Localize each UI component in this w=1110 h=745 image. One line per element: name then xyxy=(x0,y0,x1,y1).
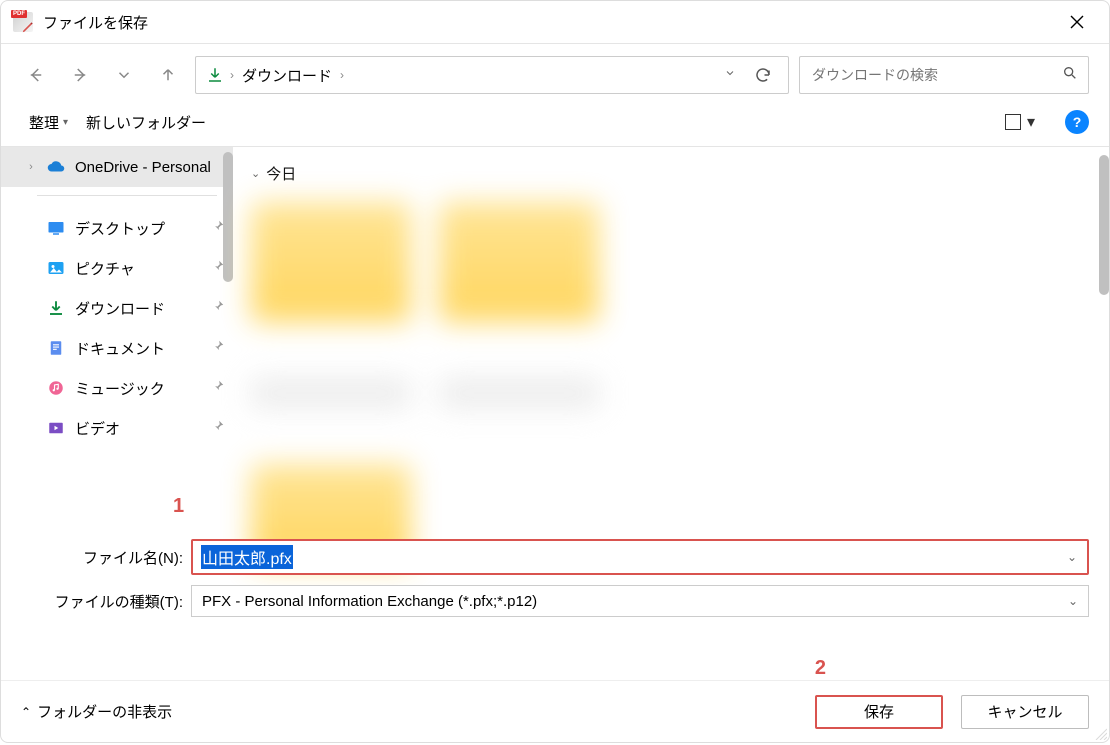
search-input[interactable] xyxy=(810,66,1062,84)
download-icon xyxy=(45,298,67,318)
chevron-right-icon: › xyxy=(334,68,350,82)
sidebar-item-onedrive[interactable]: › OneDrive - Personal xyxy=(1,147,233,187)
group-label: 今日 xyxy=(266,163,296,184)
filetype-select[interactable]: PFX - Personal Information Exchange (*.p… xyxy=(191,585,1089,617)
filename-input[interactable]: 山田太郎.pfx ⌄ xyxy=(191,539,1089,575)
new-folder-label: 新しいフォルダー xyxy=(86,112,206,133)
chevron-down-icon: ⌄ xyxy=(1068,594,1078,608)
file-content-area[interactable]: ⌄今日 xyxy=(233,147,1109,519)
filetype-value: PFX - Personal Information Exchange (*.p… xyxy=(202,593,537,610)
chevron-right-icon: › xyxy=(224,68,240,82)
video-icon xyxy=(45,418,67,438)
sidebar-item-music[interactable]: ミュージック xyxy=(1,368,233,408)
hide-folders-toggle[interactable]: ⌃ フォルダーの非表示 xyxy=(21,701,172,722)
folder-sidebar: › OneDrive - Personal デスクトップ ピクチャ ダウンロード… xyxy=(1,147,233,519)
organize-label: 整理 xyxy=(29,112,59,133)
close-button[interactable] xyxy=(1053,1,1101,43)
new-folder-button[interactable]: 新しいフォルダー xyxy=(86,112,206,133)
refresh-button[interactable] xyxy=(744,66,782,84)
content-scrollbar[interactable] xyxy=(1099,147,1109,519)
search-input-wrap[interactable] xyxy=(799,56,1089,94)
pictures-icon xyxy=(45,258,67,278)
organize-menu[interactable]: 整理▾ xyxy=(29,112,68,133)
sidebar-item-documents[interactable]: ドキュメント xyxy=(1,328,233,368)
toolbar-row: 整理▾ 新しいフォルダー ▾ ? xyxy=(1,106,1109,146)
sidebar-scrollbar[interactable] xyxy=(223,147,233,519)
filetype-label: ファイルの種類(T): xyxy=(21,591,191,612)
view-square-icon xyxy=(1005,114,1021,130)
desktop-icon xyxy=(45,218,67,238)
main-area: › OneDrive - Personal デスクトップ ピクチャ ダウンロード… xyxy=(1,147,1109,519)
sidebar-item-desktop[interactable]: デスクトップ xyxy=(1,208,233,248)
filename-value: 山田太郎.pfx xyxy=(201,545,293,569)
forward-button[interactable] xyxy=(63,58,97,92)
file-thumb[interactable] xyxy=(251,378,411,408)
nav-row: › ダウンロード › xyxy=(1,44,1109,106)
chevron-up-icon: ⌃ xyxy=(21,705,31,719)
breadcrumb-item-downloads[interactable]: ダウンロード xyxy=(240,63,334,88)
up-button[interactable] xyxy=(151,58,185,92)
sidebar-item-label: ピクチャ xyxy=(75,258,135,279)
file-thumb[interactable] xyxy=(251,202,411,322)
sidebar-item-label: デスクトップ xyxy=(75,218,165,239)
cancel-button[interactable]: キャンセル xyxy=(961,695,1089,729)
sidebar-item-pictures[interactable]: ピクチャ xyxy=(1,248,233,288)
chevron-right-icon: › xyxy=(25,161,37,173)
app-pdf-icon: PDF xyxy=(13,12,33,32)
file-thumb[interactable] xyxy=(439,378,599,408)
history-dropdown[interactable] xyxy=(107,58,141,92)
annotation-2: 2 xyxy=(815,657,826,680)
save-button[interactable]: 保存 xyxy=(815,695,943,729)
document-icon xyxy=(45,338,67,358)
hide-folders-label: フォルダーの非表示 xyxy=(37,701,172,722)
cancel-label: キャンセル xyxy=(987,701,1062,722)
group-header-today[interactable]: ⌄今日 xyxy=(251,163,1091,184)
filename-label: ファイル名(N): xyxy=(21,547,191,568)
sidebar-item-label: ビデオ xyxy=(75,418,120,439)
help-button[interactable]: ? xyxy=(1065,110,1089,134)
search-icon[interactable] xyxy=(1062,65,1078,86)
sidebar-item-downloads[interactable]: ダウンロード xyxy=(1,288,233,328)
save-label: 保存 xyxy=(864,701,894,722)
music-icon xyxy=(45,378,67,398)
filename-dropdown[interactable]: ⌄ xyxy=(1057,550,1087,564)
annotation-1: 1 xyxy=(173,495,184,518)
file-thumbnails-blurred xyxy=(251,202,1091,564)
sidebar-item-label: ダウンロード xyxy=(75,298,165,319)
sidebar-item-label: OneDrive - Personal xyxy=(75,159,211,176)
sidebar-item-label: ミュージック xyxy=(75,378,165,399)
titlebar: PDF ファイルを保存 xyxy=(1,1,1109,43)
window-title: ファイルを保存 xyxy=(43,12,148,33)
cloud-icon xyxy=(45,157,67,177)
file-fields-area: 1 ファイル名(N): 山田太郎.pfx ⌄ ファイルの種類(T): PFX -… xyxy=(1,519,1109,621)
breadcrumb[interactable]: › ダウンロード › xyxy=(195,56,789,94)
dialog-footer: 2 ⌃フォルダーの非表示 保存 キャンセル xyxy=(1,680,1109,742)
sidebar-item-video[interactable]: ビデオ xyxy=(1,408,233,448)
resize-grip[interactable] xyxy=(1093,726,1107,740)
breadcrumb-dropdown[interactable] xyxy=(716,62,744,88)
back-button[interactable] xyxy=(19,58,53,92)
download-icon xyxy=(206,66,224,84)
file-thumb[interactable] xyxy=(439,202,599,322)
sidebar-item-label: ドキュメント xyxy=(75,338,165,359)
view-options[interactable]: ▾ xyxy=(1005,112,1035,132)
